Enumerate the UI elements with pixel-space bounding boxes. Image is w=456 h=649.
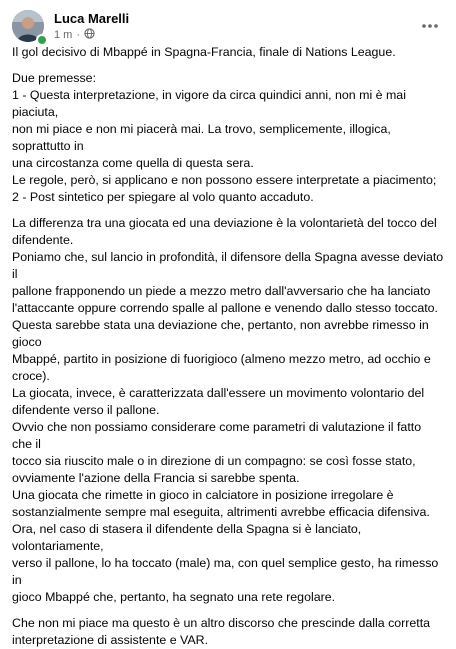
text-line: l'attaccante oppure correndo spalle al p… — [12, 301, 438, 315]
text-line: Una giocata che rimette in gioco in calc… — [12, 488, 394, 502]
text-line: Due premesse: — [12, 71, 97, 85]
author-name[interactable]: Luca Marelli — [54, 11, 129, 26]
text-line: La differenza tra una giocata ed una dev… — [12, 216, 437, 230]
post-time[interactable]: 1 m — [54, 29, 72, 41]
post-meta: 1 m · — [54, 28, 95, 42]
text-line: croce). — [12, 369, 50, 383]
text-line: Poniamo che, sul lancio in profondità, i… — [12, 250, 444, 281]
text-line: tocco sia riuscito male o in direzione d… — [12, 454, 416, 468]
paragraph-conclusione: Che non mi piace ma questo è un altro di… — [12, 615, 444, 649]
text-line: difendente verso il pallone. — [12, 403, 160, 417]
text-line: Ora, nel caso di stasera il difendente d… — [12, 522, 362, 553]
text-line: Mbappé, partito in posizione di fuorigio… — [12, 352, 431, 366]
text-line: non mi piace e non mi piacerà mai. La tr… — [12, 122, 391, 153]
more-options-button[interactable] — [418, 12, 442, 36]
text-line: La giocata, invece, è caratterizzata dal… — [12, 386, 425, 400]
text-line: difendente. — [12, 233, 74, 247]
post-content: Il gol decisivo di Mbappé in Spagna-Fran… — [12, 44, 444, 649]
text-line: pallone frapponendo un piede a mezzo met… — [12, 284, 431, 298]
globe-icon[interactable] — [84, 28, 95, 42]
text-line: Ovvio che non possiamo considerare come … — [12, 420, 422, 451]
post-header: Luca Marelli 1 m · — [12, 10, 444, 46]
more-horizontal-icon — [422, 15, 438, 33]
facebook-post: Luca Marelli 1 m · Il gol decisivo di Mb… — [0, 0, 456, 647]
text-line: 2 - Post sintetico per spiegare al volo … — [12, 190, 314, 204]
text-line: una circostanza come quella di questa se… — [12, 156, 254, 170]
text-line: Che non mi piace ma questo è un altro di… — [12, 616, 431, 630]
text-line: sostanzialmente sempre mal eseguita, alt… — [12, 505, 430, 519]
text-line: gioco Mbappé che, pertanto, ha segnato u… — [12, 590, 336, 604]
post-title: Il gol decisivo di Mbappé in Spagna-Fran… — [12, 45, 396, 59]
text-line: Le regole, però, si applicano e non poss… — [12, 173, 437, 187]
text-line: Questa sarebbe stata una deviazione che,… — [12, 318, 429, 349]
paragraph-premesse: Due premesse: 1 - Questa interpretazione… — [12, 70, 444, 206]
text-line: interpretazione di assistente e VAR. — [12, 633, 209, 647]
text-line: verso il pallone, lo ha toccato (male) m… — [12, 556, 439, 587]
paragraph-spiegazione: La differenza tra una giocata ed una dev… — [12, 215, 444, 606]
text-line: ovviamente l'azione della Francia si sar… — [12, 471, 300, 485]
text-line: 1 - Questa interpretazione, in vigore da… — [12, 88, 406, 119]
meta-separator: · — [76, 29, 81, 41]
